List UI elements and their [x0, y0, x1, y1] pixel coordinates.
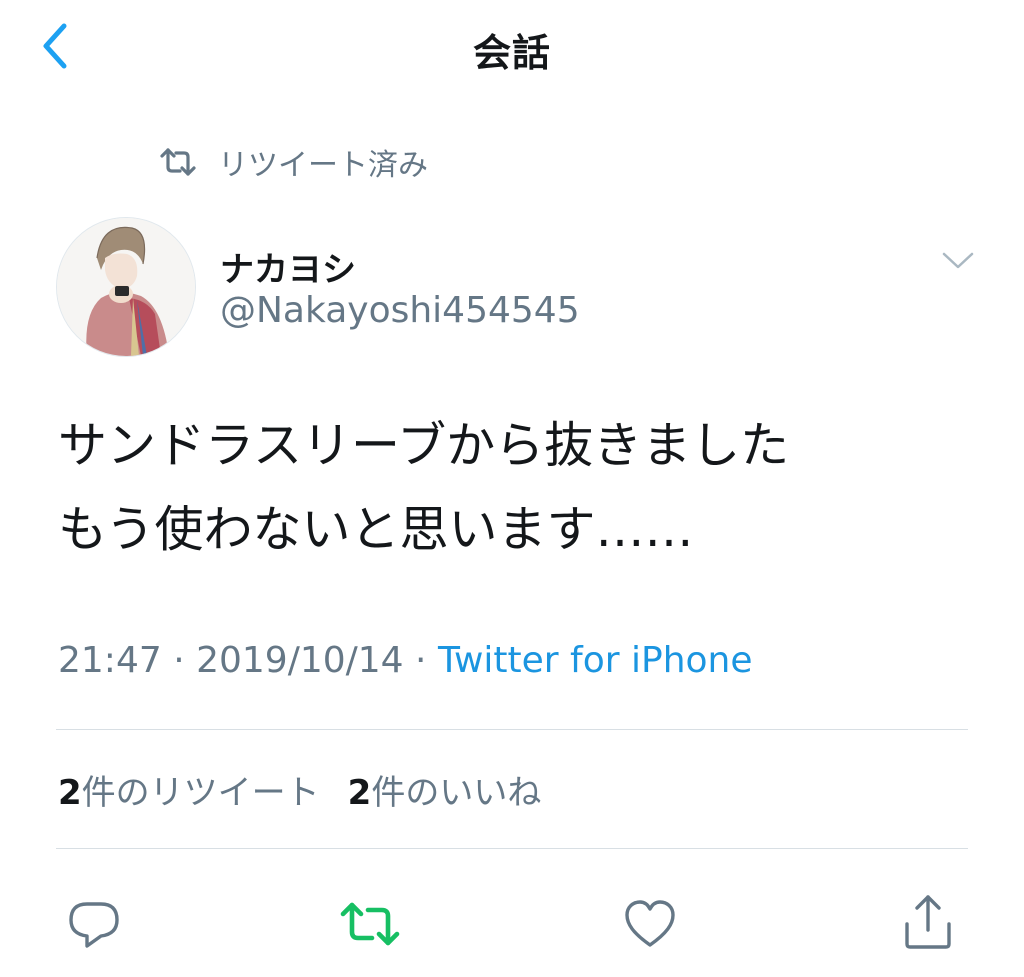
retweet-icon: [160, 148, 196, 176]
like-button[interactable]: [620, 894, 680, 954]
avatar-illustration: [57, 218, 195, 356]
tweet-text-line: もう使わないと思います……: [58, 501, 694, 558]
meta-separator: ·: [403, 640, 438, 681]
page-title: 会話: [472, 31, 551, 75]
retweets-label: 件のリツイート: [81, 773, 320, 813]
tweet-text: サンドラスリーブから抜きました もう使わないと思います……: [58, 404, 998, 572]
retweet-icon: [340, 902, 400, 946]
tweet-menu-button[interactable]: [938, 246, 978, 276]
tweet-time: 21:47: [58, 640, 162, 681]
tweet-text-line: サンドラスリーブから抜きました: [58, 417, 790, 474]
retweet-button[interactable]: [340, 894, 400, 954]
divider: [56, 729, 968, 730]
reply-icon: [69, 902, 119, 948]
likes-label: 件のいいね: [371, 773, 542, 813]
likes-count: 2: [347, 773, 372, 813]
divider: [56, 848, 968, 849]
retweet-context-label: リツイート済み: [218, 148, 428, 183]
heart-icon: [625, 900, 675, 947]
chevron-down-icon: [942, 252, 974, 269]
retweets-count: 2: [58, 773, 82, 813]
avatar[interactable]: [56, 217, 196, 357]
likes-stat[interactable]: 2件のいいね: [348, 765, 542, 814]
display-name[interactable]: ナカヨシ: [220, 242, 356, 291]
tweet-source-link[interactable]: Twitter for iPhone: [438, 640, 753, 681]
tweet-meta: 21:47 · 2019/10/14 · Twitter for iPhone: [58, 640, 753, 681]
retweet-context: リツイート済み: [160, 140, 428, 184]
user-handle[interactable]: @Nakayoshi454545: [220, 290, 580, 331]
retweets-stat[interactable]: 2件のリツイート: [58, 765, 320, 814]
meta-separator: ·: [161, 640, 197, 681]
share-button[interactable]: [898, 892, 958, 952]
tweet-stats: 2件のリツイート 2件のいいね: [58, 765, 541, 814]
share-icon: [905, 895, 951, 949]
tweet-date: 2019/10/14: [196, 640, 404, 681]
reply-button[interactable]: [64, 894, 124, 954]
